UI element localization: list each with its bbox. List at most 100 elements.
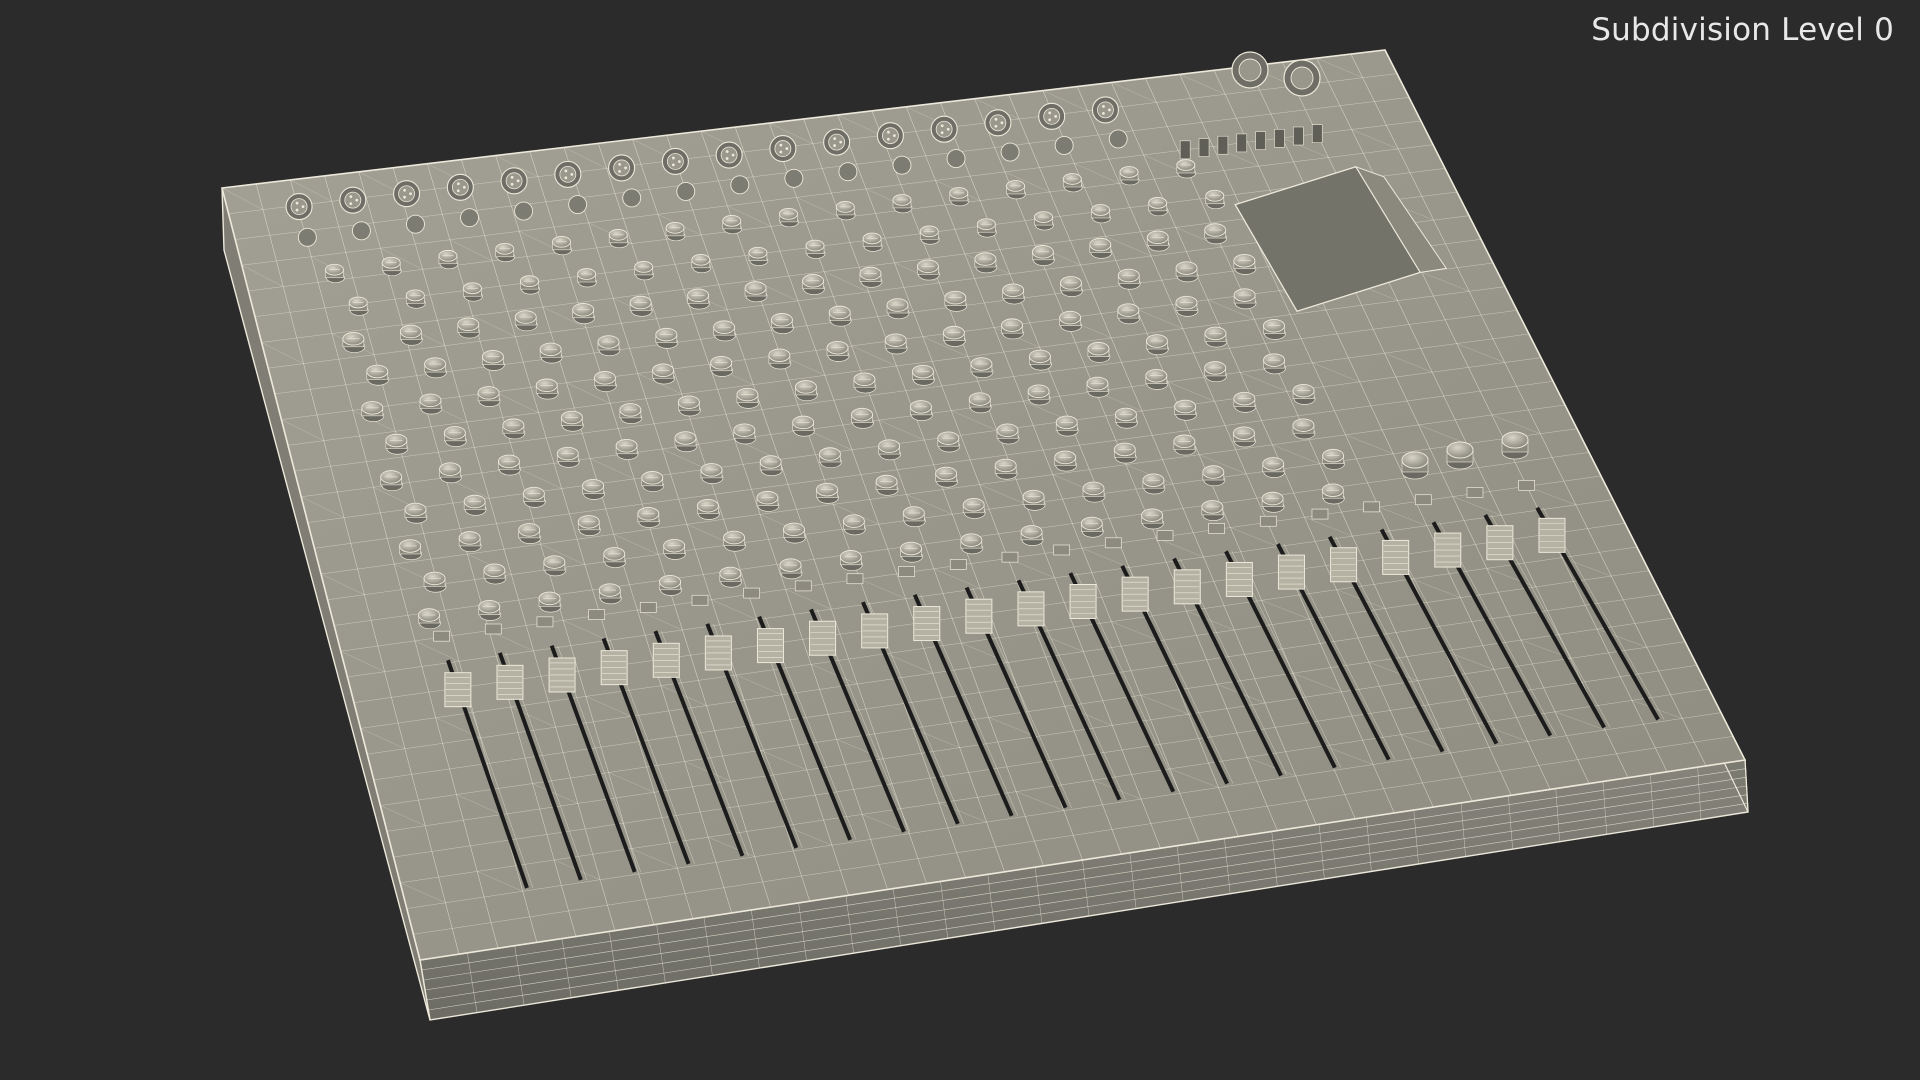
rotary-knob	[1233, 288, 1257, 310]
rotary-knob	[713, 320, 736, 342]
meter-segment	[1198, 138, 1210, 157]
line-jack	[460, 208, 479, 228]
xlr-jack-pin	[618, 163, 622, 166]
rotary-knob	[342, 332, 366, 353]
rotary-knob	[919, 225, 940, 245]
rotary-knob	[655, 327, 679, 349]
rotary-knob	[1175, 295, 1199, 317]
xlr-jack-pin	[731, 153, 735, 157]
rotary-knob	[478, 599, 502, 621]
xlr-jack-socket	[290, 198, 308, 216]
channel-button	[1466, 487, 1484, 498]
rotary-knob	[593, 371, 617, 392]
rotary-knob	[744, 281, 768, 303]
rotary-knob	[577, 268, 597, 288]
rotary-knob	[976, 218, 997, 238]
rotary-knob	[1175, 261, 1199, 283]
rotary-knob	[892, 194, 913, 214]
rotary-knob	[994, 458, 1018, 480]
rotary-knob	[1232, 426, 1256, 448]
xlr-jack-pin	[1054, 114, 1058, 118]
channel-button	[691, 594, 709, 606]
master-knob-cap	[1401, 451, 1429, 469]
rotary-knob	[495, 242, 516, 263]
rotary-knob	[805, 239, 826, 259]
xlr-jack-pin	[779, 150, 783, 154]
rotary-knob	[1322, 448, 1345, 470]
rotary-knob	[853, 372, 877, 394]
meter-segment	[1179, 140, 1191, 160]
line-jack	[1000, 142, 1020, 162]
meter-segment	[1217, 135, 1229, 155]
rotary-knob	[560, 410, 584, 432]
3d-viewport[interactable]: Subdivision Level 0	[0, 0, 1920, 1080]
rotary-knob	[399, 539, 422, 561]
rotary-knob	[637, 507, 661, 528]
channel-button	[1259, 515, 1277, 527]
rotary-knob	[779, 558, 803, 580]
rotary-knob	[916, 259, 940, 281]
fader-cap	[913, 606, 941, 642]
xlr-jack-socket	[666, 153, 684, 170]
rotary-knob	[722, 215, 743, 235]
xlr-jack-socket	[881, 127, 899, 145]
fader-cap	[1121, 576, 1149, 612]
rotary-knob	[1145, 368, 1169, 390]
rotary-knob	[659, 575, 682, 596]
rotary-knob	[677, 395, 701, 417]
rotary-knob	[902, 506, 926, 528]
fader-cap	[1225, 561, 1253, 597]
main-output-socket	[1290, 66, 1314, 90]
rotary-knob	[900, 541, 923, 563]
xlr-jack-socket	[344, 191, 362, 209]
rotary-knob	[1117, 268, 1141, 290]
rotary-knob	[324, 263, 345, 284]
rotary-knob	[862, 232, 883, 252]
rotary-knob	[974, 252, 998, 274]
rotary-knob	[1031, 245, 1055, 266]
xlr-jack-pin	[994, 117, 998, 121]
fader-cap	[444, 672, 472, 708]
xlr-jack-pin	[1048, 118, 1052, 122]
line-jack	[676, 181, 696, 201]
channel-button	[639, 602, 657, 613]
rotary-knob	[1263, 318, 1286, 340]
line-jack	[568, 195, 588, 214]
rotary-knob	[419, 393, 443, 415]
rotary-knob	[802, 274, 825, 295]
fader-cap	[548, 657, 576, 693]
rotary-knob	[385, 433, 409, 455]
rotary-knob	[748, 246, 769, 266]
rotary-knob	[962, 498, 986, 519]
xlr-jack-socket	[613, 159, 631, 177]
rotary-knob	[949, 187, 970, 207]
line-jack	[1054, 136, 1074, 155]
rotary-knob	[816, 482, 839, 504]
channel-button	[1208, 523, 1225, 534]
xlr-jack-pin	[994, 124, 998, 128]
channel-button	[536, 616, 554, 628]
fader-cap	[1173, 569, 1201, 605]
xlr-jack-pin	[946, 127, 950, 131]
subdivision-level-label: Subdivision Level 0	[1591, 12, 1894, 48]
rotary-knob	[543, 555, 567, 577]
rotary-knob	[1292, 383, 1316, 405]
xlr-jack-pin	[564, 169, 568, 173]
rotary-knob	[878, 439, 901, 461]
xlr-jack-pin	[456, 182, 460, 186]
rotary-knob	[696, 498, 720, 520]
line-jack	[406, 214, 425, 234]
rotary-knob	[556, 446, 580, 468]
rotary-knob	[768, 348, 792, 370]
xlr-jack-pin	[1102, 105, 1105, 108]
rotary-knob	[1113, 442, 1137, 464]
rotary-knob	[477, 386, 501, 407]
xlr-jack-socket	[451, 178, 469, 196]
xlr-jack-pin	[833, 144, 837, 147]
xlr-jack-pin	[672, 156, 675, 160]
fader-cap	[1277, 554, 1305, 590]
xlr-jack-pin	[677, 160, 681, 163]
rotary-knob	[1002, 283, 1025, 305]
rotary-knob	[572, 303, 596, 324]
rotary-knob	[1054, 450, 1078, 472]
